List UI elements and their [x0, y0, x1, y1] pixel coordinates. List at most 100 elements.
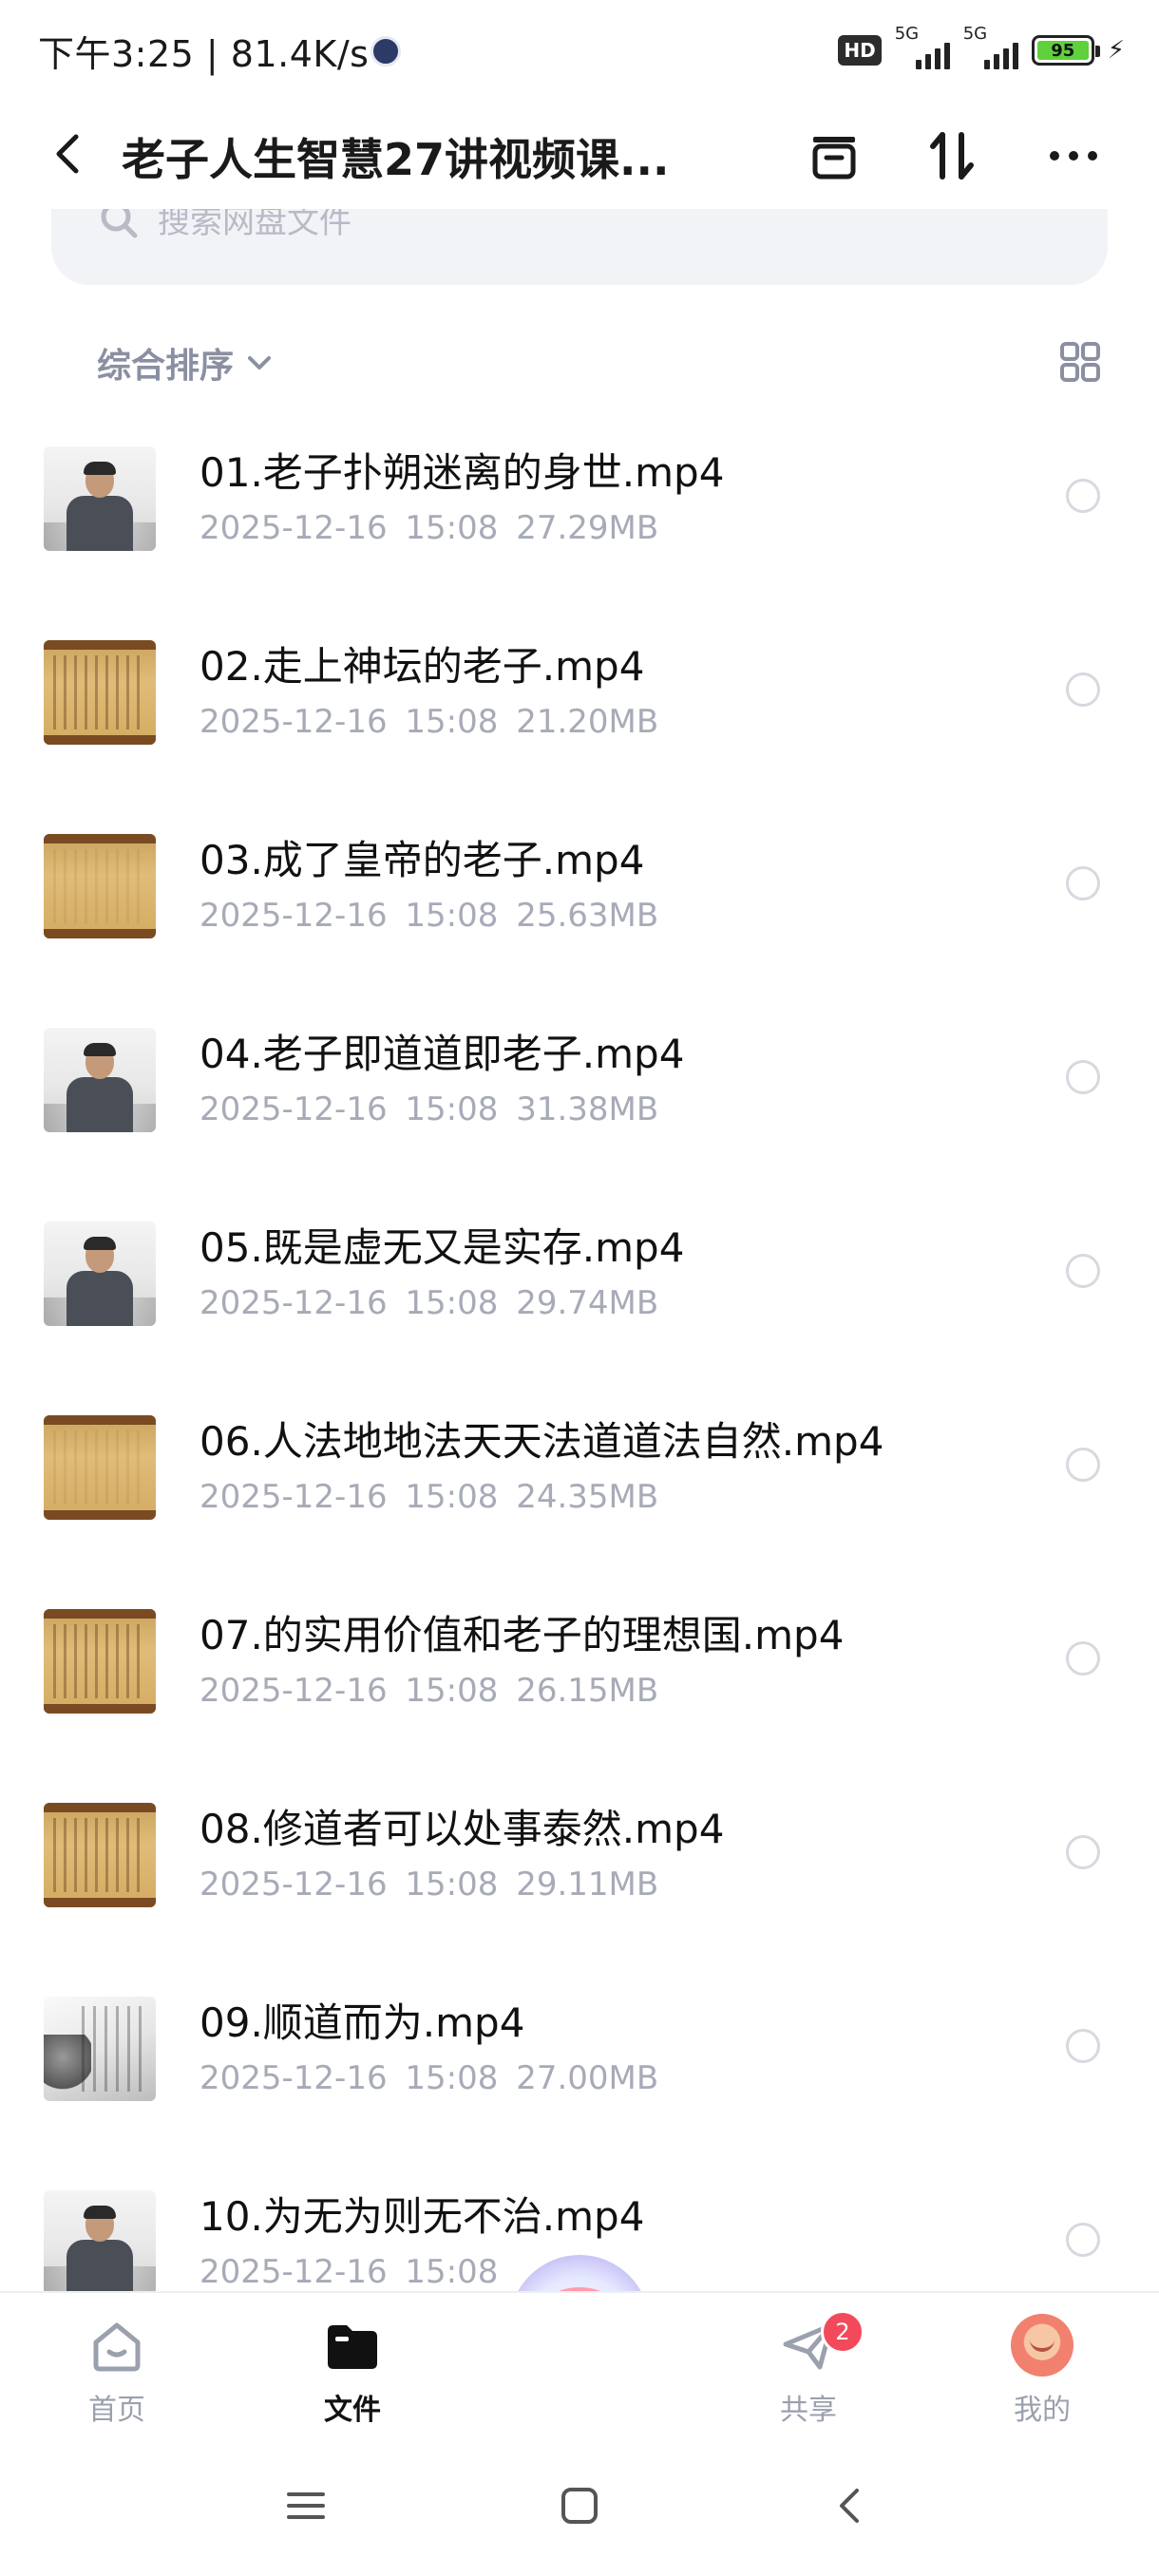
file-row[interactable]: 06.人法地地法天天法道道法自然.mp4 2025-12-16 15:08 24.… — [0, 1387, 1159, 1581]
video-thumbnail — [44, 1609, 156, 1714]
file-row[interactable]: 05.既是虚无又是实存.mp4 2025-12-16 15:08 29.74MB — [0, 1193, 1159, 1387]
more-button[interactable] — [1039, 122, 1108, 190]
file-size: 21.20MB — [516, 703, 659, 741]
file-meta: 2025-12-16 15:08 26.15MB — [200, 1672, 658, 1710]
file-row[interactable]: 09.顺道而为.mp4 2025-12-16 15:08 27.00MB — [0, 1968, 1159, 2162]
file-name: 08.修道者可以处事泰然.mp4 — [200, 1806, 725, 1852]
status-bar: 下午3:25 | 81.4K/s HD 5G 5G 95 ⚡ — [0, 0, 1159, 99]
file-row[interactable]: 01.老子扑朔迷离的身世.mp4 2025-12-16 15:08 27.29MB — [0, 418, 1159, 612]
file-meta: 2025-12-16 15:08 29.74MB — [200, 1284, 658, 1322]
video-thumbnail — [44, 2190, 156, 2295]
signal-icon-2: 5G — [963, 24, 1018, 69]
header-bar: 老子人生智慧27讲视频课... — [0, 99, 1159, 209]
system-nav-bar — [0, 2434, 1159, 2576]
file-time: 15:08 — [405, 1284, 499, 1322]
nav-files-label: 文件 — [324, 2394, 381, 2427]
battery-icon: 95 — [1031, 35, 1100, 66]
select-checkbox[interactable] — [1066, 1060, 1100, 1094]
file-meta: 2025-12-16 15:08 21.20MB — [200, 703, 658, 741]
file-date: 2025-12-16 — [200, 703, 388, 741]
home-button[interactable] — [542, 2468, 618, 2544]
square-icon — [561, 2488, 598, 2524]
nav-home[interactable]: 首页 — [55, 2306, 179, 2430]
search-icon — [101, 209, 138, 237]
search-placeholder: 搜索网盘文件 — [158, 209, 352, 241]
notification-dot-icon — [370, 36, 401, 66]
archive-button[interactable] — [800, 122, 868, 190]
nav-home-label: 首页 — [88, 2394, 145, 2427]
file-meta: 2025-12-16 15:08 27.00MB — [200, 2059, 658, 2097]
signal-label: 5G — [894, 24, 920, 44]
archive-icon — [812, 137, 856, 180]
sort-arrows-icon — [930, 132, 974, 180]
sort-button[interactable] — [918, 122, 986, 190]
file-size: 29.11MB — [516, 1866, 659, 1904]
select-checkbox[interactable] — [1066, 2029, 1100, 2063]
video-thumbnail — [44, 1803, 156, 1907]
nav-me[interactable]: 我的 — [980, 2306, 1104, 2430]
file-size: 27.29MB — [516, 509, 659, 547]
signal-icon: 5G — [895, 24, 950, 69]
file-meta: 2025-12-16 15:08 27.29MB — [200, 509, 658, 547]
select-checkbox[interactable] — [1066, 1835, 1100, 1869]
file-name: 01.老子扑朔迷离的身世.mp4 — [200, 449, 725, 496]
battery-level: 95 — [1036, 41, 1089, 61]
select-checkbox[interactable] — [1066, 1641, 1100, 1676]
file-time: 15:08 — [405, 509, 499, 547]
file-row[interactable]: 02.走上神坛的老子.mp4 2025-12-16 15:08 21.20MB — [0, 612, 1159, 805]
bottom-nav: 首页 文件 2 共享 我的 — [0, 2291, 1159, 2435]
system-back-button[interactable] — [813, 2468, 889, 2544]
hd-icon: HD — [838, 35, 882, 66]
file-time: 15:08 — [405, 897, 499, 935]
page-title: 老子人生智慧27讲视频课... — [122, 134, 670, 185]
file-name: 07.的实用价值和老子的理想国.mp4 — [200, 1612, 845, 1658]
chevron-left-icon — [56, 134, 79, 174]
file-size: 29.74MB — [516, 1284, 659, 1322]
file-meta: 2025-12-16 15:08 29.11MB — [200, 1866, 658, 1904]
file-row[interactable]: 03.成了皇帝的老子.mp4 2025-12-16 15:08 25.63MB — [0, 805, 1159, 999]
file-date: 2025-12-16 — [200, 2253, 388, 2291]
search-bar[interactable]: 搜索网盘文件 — [51, 209, 1108, 285]
select-checkbox[interactable] — [1066, 866, 1100, 900]
select-checkbox[interactable] — [1066, 1448, 1100, 1482]
more-icon — [1050, 151, 1097, 161]
video-thumbnail — [44, 1028, 156, 1132]
status-indicators: HD 5G 5G 95 ⚡ — [838, 24, 1125, 72]
sort-dropdown[interactable]: 综合排序 — [97, 338, 276, 388]
select-checkbox[interactable] — [1066, 479, 1100, 513]
file-date: 2025-12-16 — [200, 1090, 388, 1128]
search-inner: 搜索网盘文件 — [97, 209, 352, 242]
nav-share-label: 共享 — [780, 2394, 837, 2427]
file-name: 04.老子即道道即老子.mp4 — [200, 1031, 685, 1077]
file-name: 05.既是虚无又是实存.mp4 — [200, 1224, 685, 1271]
file-name: 02.走上神坛的老子.mp4 — [200, 643, 645, 690]
page: 下午3:25 | 81.4K/s HD 5G 5G 95 ⚡ 老子人生智慧27讲… — [0, 0, 1159, 2576]
file-time: 15:08 — [405, 1090, 499, 1128]
nav-share[interactable]: 2 共享 — [747, 2306, 870, 2430]
file-time: 15:08 — [405, 1478, 499, 1516]
file-date: 2025-12-16 — [200, 1866, 388, 1904]
file-time: 15:08 — [405, 2059, 499, 2097]
select-checkbox[interactable] — [1066, 1254, 1100, 1288]
file-row[interactable]: 04.老子即道道即老子.mp4 2025-12-16 15:08 31.38MB — [0, 999, 1159, 1193]
sort-label: 综合排序 — [97, 347, 235, 386]
file-meta: 2025-12-16 15:08 25.63MB — [200, 897, 658, 935]
recent-apps-button[interactable] — [268, 2468, 344, 2544]
video-thumbnail — [44, 1222, 156, 1326]
file-row[interactable]: 07.的实用价值和老子的理想国.mp4 2025-12-16 15:08 26.1… — [0, 1581, 1159, 1774]
back-button[interactable] — [40, 123, 97, 184]
select-checkbox[interactable] — [1066, 672, 1100, 707]
file-time: 15:08 — [405, 703, 499, 741]
select-checkbox[interactable] — [1066, 2223, 1100, 2257]
chevron-down-icon — [248, 356, 272, 369]
signal-label-2: 5G — [962, 24, 988, 44]
video-thumbnail — [44, 1415, 156, 1520]
file-date: 2025-12-16 — [200, 897, 388, 935]
nav-files[interactable]: 文件 — [291, 2306, 414, 2430]
file-meta: 2025-12-16 15:08 — [200, 2253, 498, 2291]
grid-view-button[interactable] — [1056, 338, 1104, 386]
charging-icon: ⚡ — [1107, 36, 1125, 65]
file-row[interactable]: 08.修道者可以处事泰然.mp4 2025-12-16 15:08 29.11MB — [0, 1774, 1159, 1968]
notification-badge: 2 — [821, 2310, 864, 2354]
file-size: 26.15MB — [516, 1672, 659, 1710]
